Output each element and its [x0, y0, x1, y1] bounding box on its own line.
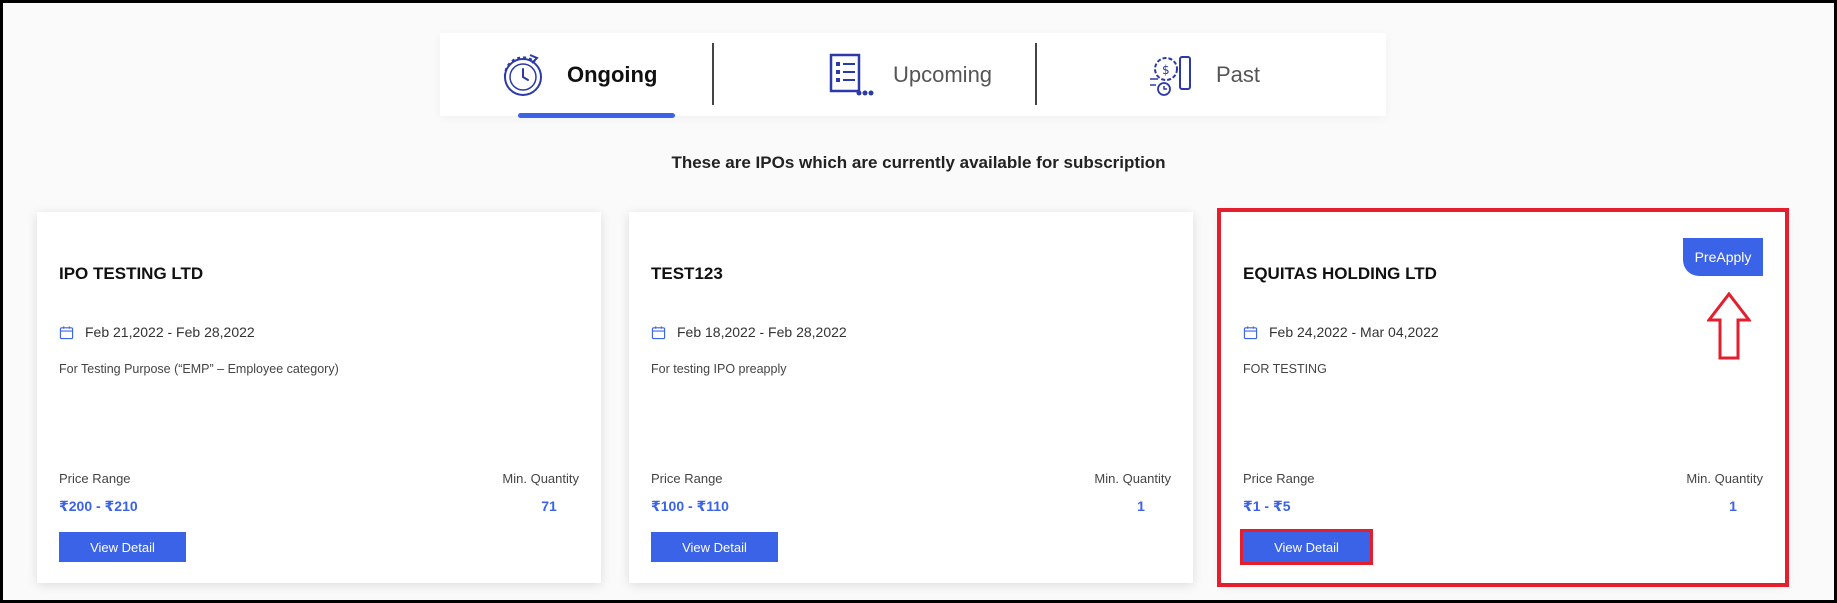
ipo-card: IPO TESTING LTD Feb 21,2022 - Feb 28,202… [37, 212, 601, 583]
min-quantity-label: Min. Quantity [1094, 471, 1171, 486]
view-detail-button[interactable]: View Detail [1240, 529, 1373, 565]
tab-divider [1035, 43, 1037, 105]
date-text: Feb 21,2022 - Feb 28,2022 [85, 324, 255, 340]
ipo-date-range: Feb 24,2022 - Mar 04,2022 [1243, 324, 1439, 340]
min-quantity-label: Min. Quantity [1686, 471, 1763, 486]
ipo-title: EQUITAS HOLDING LTD [1243, 264, 1437, 283]
tab-upcoming[interactable]: Upcoming [823, 33, 992, 116]
ipo-title: IPO TESTING LTD [59, 264, 204, 283]
date-text: Feb 18,2022 - Feb 28,2022 [677, 324, 847, 340]
price-range-label: Price Range [1243, 471, 1315, 486]
date-text: Feb 24,2022 - Mar 04,2022 [1269, 324, 1439, 340]
tab-label: Upcoming [893, 61, 993, 87]
page: Ongoing Upcoming $ Past These are IPOs w… [3, 3, 1834, 600]
calendar-icon [1243, 325, 1258, 339]
ipo-date-range: Feb 21,2022 - Feb 28,2022 [59, 324, 255, 340]
active-tab-indicator [518, 113, 675, 118]
ipo-date-range: Feb 18,2022 - Feb 28,2022 [651, 324, 847, 340]
preapply-button[interactable]: PreApply [1683, 238, 1763, 276]
ipo-card-highlighted: EQUITAS HOLDING LTD PreApply Feb 24,2022… [1217, 208, 1789, 587]
svg-text:$: $ [1162, 63, 1170, 77]
tab-label: Ongoing [567, 61, 658, 87]
price-range-label: Price Range [651, 471, 723, 486]
tab-label: Past [1216, 61, 1261, 87]
price-range-label: Price Range [59, 471, 131, 486]
clock-refresh-icon [503, 53, 542, 96]
min-quantity-value: 1 [1137, 498, 1145, 514]
tab-divider [712, 43, 714, 105]
gear-document-icon: $ [1150, 55, 1191, 96]
min-quantity-value: 1 [1729, 498, 1737, 514]
view-detail-button[interactable]: View Detail [651, 532, 778, 562]
price-range-value: ₹100 - ₹110 [651, 498, 729, 514]
ipo-description: For testing IPO preapply [651, 362, 787, 376]
section-subtitle: These are IPOs which are currently avail… [671, 153, 1166, 172]
up-arrow-annotation-icon [1707, 292, 1751, 360]
ipo-description: FOR TESTING [1243, 362, 1327, 376]
ipo-card: TEST123 Feb 18,2022 - Feb 28,2022 For te… [629, 212, 1193, 583]
list-document-icon [829, 53, 874, 95]
tab-ongoing[interactable]: Ongoing [497, 33, 657, 116]
calendar-icon [59, 325, 74, 339]
calendar-icon [651, 325, 666, 339]
ipo-title: TEST123 [651, 264, 723, 283]
ipo-description: For Testing Purpose (“EMP” – Employee ca… [59, 362, 339, 376]
price-range-value: ₹1 - ₹5 [1243, 498, 1291, 514]
ipo-tabs: Ongoing Upcoming $ Past [440, 33, 1386, 118]
min-quantity-label: Min. Quantity [502, 471, 579, 486]
min-quantity-value: 71 [541, 498, 557, 514]
price-range-value: ₹200 - ₹210 [59, 498, 138, 514]
view-detail-button[interactable]: View Detail [59, 532, 186, 562]
tab-past[interactable]: $ Past [1146, 33, 1260, 116]
